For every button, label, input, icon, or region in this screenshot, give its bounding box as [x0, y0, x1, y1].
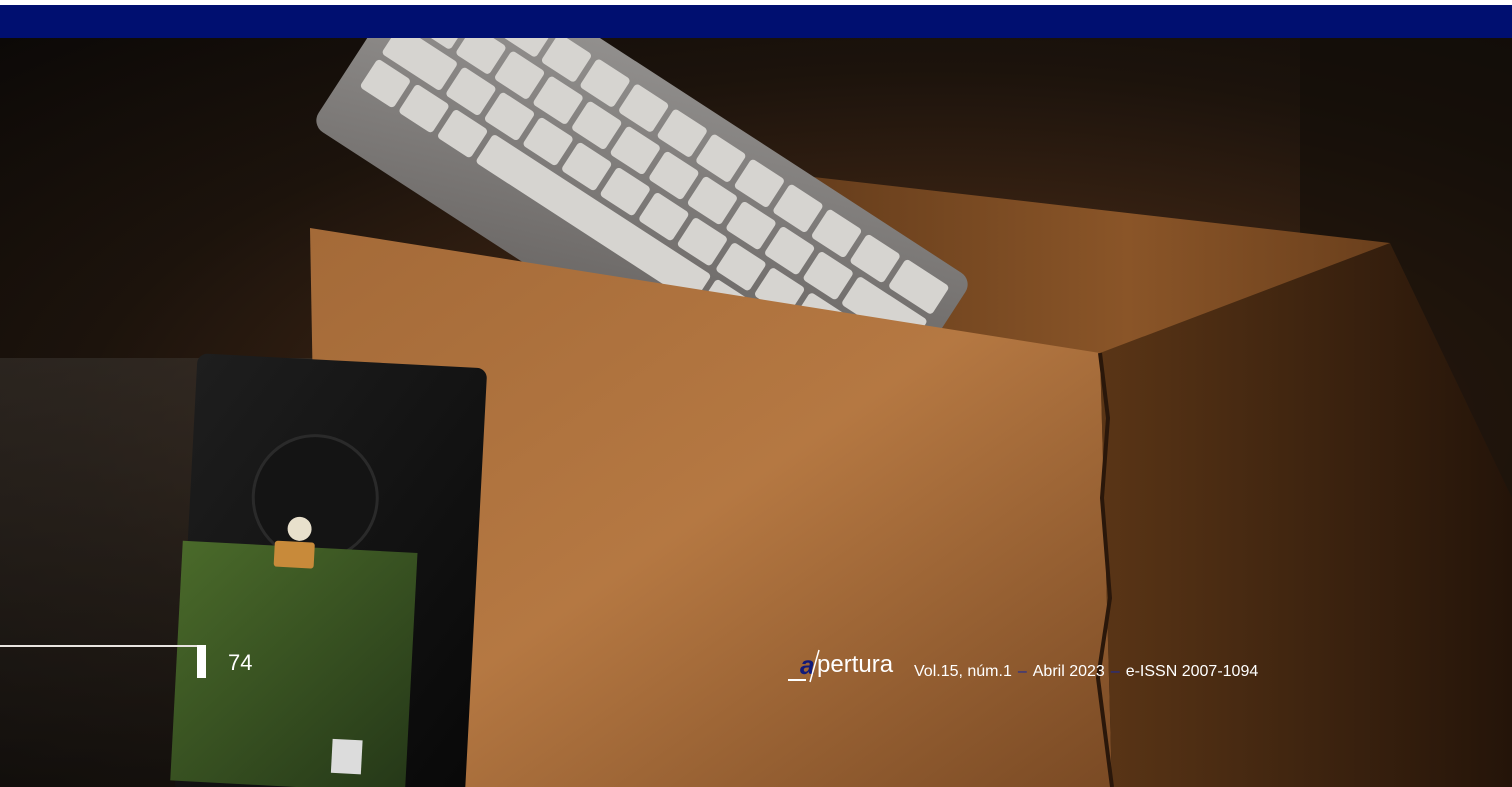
citation-issn: e-ISSN 2007-1094	[1125, 663, 1259, 680]
footer-rule	[0, 645, 200, 647]
page-number-marker	[197, 645, 206, 678]
citation-volume: Vol.15, núm.1	[914, 663, 1012, 680]
logo-wordmark: pertura	[817, 651, 894, 678]
page-number: 74	[228, 650, 253, 675]
citation-line: Vol.15, núm.1– Abril 2023– e-ISSN 2007-109…	[914, 662, 1258, 682]
citation-separator: –	[1110, 663, 1120, 680]
citation-separator: –	[1017, 663, 1027, 680]
citation-date: Abril 2023	[1032, 663, 1105, 680]
header-band	[0, 5, 1512, 38]
cover-photo	[0, 38, 1512, 787]
photo-illustration	[0, 38, 1512, 787]
page: 74 a pertura Vol.15, núm.1– Abril 2023– e-…	[0, 0, 1512, 787]
journal-logo: a pertura	[788, 648, 908, 684]
